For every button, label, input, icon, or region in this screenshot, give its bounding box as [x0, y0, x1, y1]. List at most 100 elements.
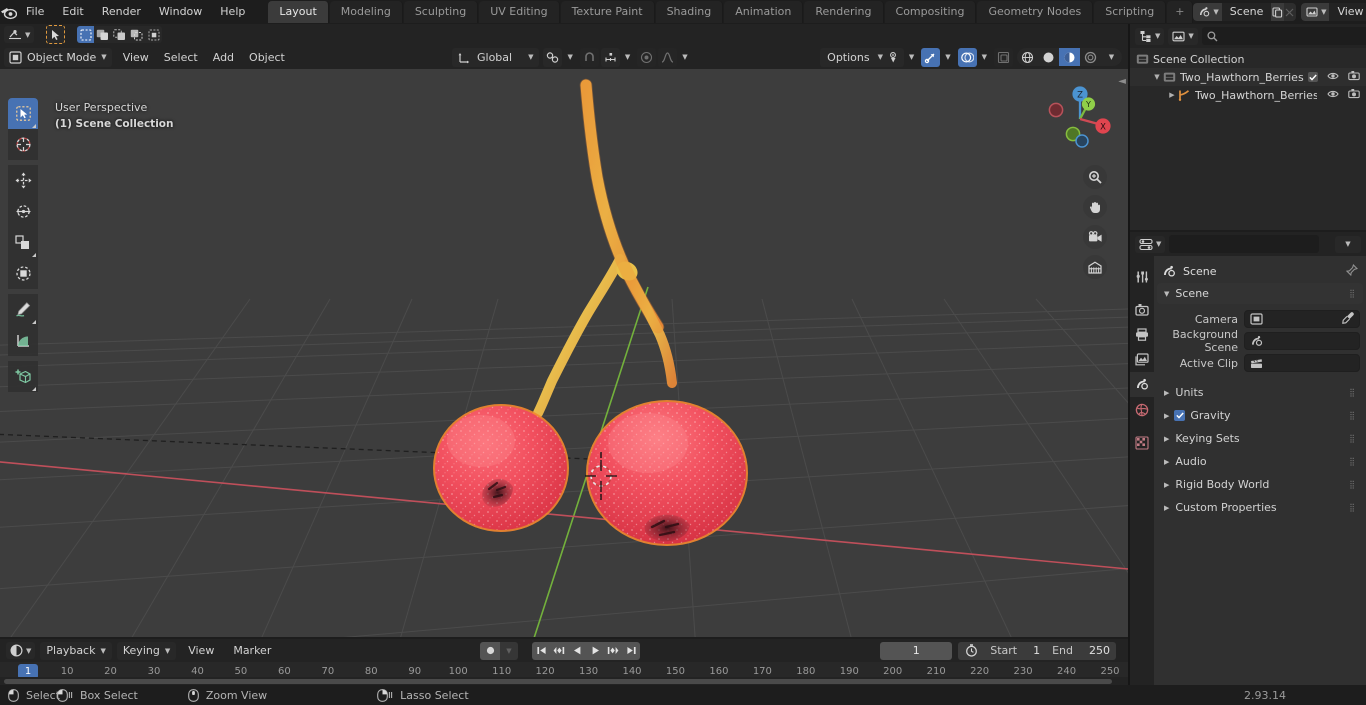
viewport-3d-canvas[interactable]: User Perspective (1) Scene Collection Z … [0, 69, 1128, 637]
timeline-editor-type-selector[interactable]: ▼ [6, 642, 36, 659]
keying-menu[interactable]: Keying ▼ [116, 641, 177, 660]
menu-file[interactable]: File [17, 2, 53, 22]
menu-edit[interactable]: Edit [53, 2, 92, 22]
viewport-menu-add[interactable]: Add [206, 49, 241, 66]
eyedropper-icon[interactable] [1342, 311, 1354, 327]
shading-dropdown-icon[interactable]: ▼ [1101, 48, 1122, 66]
view-layer-name[interactable]: View Layer [1329, 3, 1366, 21]
navigation-gizmo[interactable]: Z Y X [1040, 79, 1114, 153]
orthographic-icon[interactable] [1083, 255, 1107, 279]
select-set-icon[interactable] [77, 26, 95, 43]
disclosure-triangle-icon[interactable]: ▼ [1151, 73, 1163, 81]
viewport-menu-object[interactable]: Object [242, 49, 292, 66]
end-frame-field[interactable]: End 250 [1046, 641, 1116, 660]
section-checkbox[interactable] [1174, 410, 1186, 421]
auto-key-dropdown-icon[interactable]: ▼ [500, 641, 518, 660]
property-field-camera[interactable] [1244, 310, 1360, 328]
xray-toggle-icon[interactable] [994, 47, 1013, 67]
playback-menu[interactable]: Playback ▼ [40, 641, 112, 660]
workspace-tab-shading[interactable]: Shading [655, 1, 724, 23]
properties-options-button[interactable]: ▼ [1335, 235, 1361, 253]
select-intersect-icon[interactable] [145, 26, 163, 43]
show-overlays-icon[interactable] [957, 47, 977, 67]
play-reverse-button[interactable] [568, 641, 586, 660]
prev-keyframe-button[interactable] [550, 641, 568, 660]
properties-search[interactable] [1169, 235, 1324, 253]
start-frame-field[interactable]: Start 1 [984, 641, 1047, 660]
select-subtract-icon[interactable] [111, 26, 129, 43]
solid-shading-icon[interactable] [1038, 48, 1059, 66]
scene-icon[interactable]: ▼ [1193, 3, 1222, 21]
material-preview-shading-icon[interactable] [1059, 48, 1080, 66]
property-section-audio[interactable]: ▶ Audio ⣿ [1157, 451, 1363, 472]
next-keyframe-button[interactable] [604, 641, 622, 660]
property-section-custom-properties[interactable]: ▶ Custom Properties ⣿ [1157, 497, 1363, 518]
viewport-options-button[interactable]: Options ▼ [820, 47, 890, 67]
cursor-tool[interactable] [8, 129, 38, 160]
timeline-view-menu[interactable]: View [181, 642, 221, 659]
snap-to-increment-icon[interactable] [600, 47, 620, 67]
workspace-tab-geometry-nodes[interactable]: Geometry Nodes [977, 1, 1094, 23]
pan-icon[interactable] [1083, 195, 1107, 219]
scale-tool[interactable] [8, 227, 38, 258]
outliner-editor-type-selector[interactable]: ▼ [1135, 27, 1165, 45]
timeline-scrollbar[interactable] [0, 677, 1128, 685]
workspace-tab-scripting[interactable]: Scripting [1094, 1, 1167, 23]
viewport-menu-view[interactable]: View [116, 49, 156, 66]
transform-tool[interactable] [8, 258, 38, 289]
show-gizmo-icon[interactable] [921, 47, 941, 67]
falloff-curve-icon[interactable] [658, 47, 678, 67]
workspace-tab-animation[interactable]: Animation [724, 1, 804, 23]
properties-editor-type-selector[interactable]: ▼ [1135, 235, 1166, 253]
outliner-row[interactable]: ▶ Two_Hawthorn_Berries_C [1130, 86, 1366, 104]
timeline-marker-menu[interactable]: Marker [226, 642, 278, 659]
workspace-tab-compositing[interactable]: Compositing [884, 1, 977, 23]
tweak-select-tool[interactable] [8, 98, 38, 129]
workspace-tab-layout[interactable]: Layout [268, 1, 329, 23]
viewport-menu-select[interactable]: Select [157, 49, 205, 66]
jump-to-end-button[interactable] [622, 641, 640, 660]
pin-icon[interactable] [1345, 263, 1359, 279]
property-section-keying-sets[interactable]: ▶ Keying Sets ⣿ [1157, 428, 1363, 449]
pivot-point-icon[interactable] [543, 47, 563, 67]
tab-output[interactable] [1130, 322, 1154, 347]
outliner-row[interactable]: Scene Collection [1130, 50, 1366, 68]
add-cube-tool[interactable] [8, 361, 38, 392]
transform-orientation-selector[interactable]: Global ▼ [452, 47, 540, 67]
play-button[interactable] [586, 641, 604, 660]
select-invert-icon[interactable] [128, 26, 146, 43]
measure-tool[interactable] [8, 325, 38, 356]
tab-texture[interactable] [1130, 430, 1154, 455]
scene-selector[interactable]: ▼ Scene [1193, 3, 1297, 21]
active-tool-indicator[interactable] [46, 25, 66, 44]
disable-in-renders-icon[interactable] [1348, 70, 1360, 84]
snap-magnet-icon[interactable] [579, 47, 599, 67]
rendered-shading-icon[interactable] [1080, 48, 1101, 66]
disclosure-triangle-icon[interactable]: ▶ [1166, 91, 1178, 99]
annotate-tool[interactable] [8, 294, 38, 325]
view-layer-icon[interactable]: ▼ [1301, 3, 1330, 21]
outliner-search-input[interactable] [1221, 29, 1366, 43]
tab-render[interactable] [1130, 297, 1154, 322]
hide-in-viewport-icon[interactable] [1327, 89, 1339, 102]
property-section-rigid-body-world[interactable]: ▶ Rigid Body World ⣿ [1157, 474, 1363, 495]
hide-in-viewport-icon[interactable] [1327, 71, 1339, 84]
property-section-units[interactable]: ▶ Units ⣿ [1157, 382, 1363, 403]
tab-tool[interactable] [1130, 264, 1154, 289]
disable-in-renders-icon[interactable] [1348, 88, 1360, 102]
property-field-background-scene[interactable] [1244, 332, 1360, 350]
scene-name[interactable]: Scene [1221, 3, 1272, 21]
workspace-tab-texture-paint[interactable]: Texture Paint [560, 1, 655, 23]
exclude-checkbox[interactable] [1308, 72, 1318, 82]
properties-search-input[interactable] [1178, 237, 1324, 251]
menu-help[interactable]: Help [211, 2, 254, 22]
select-extend-icon[interactable] [94, 26, 112, 43]
move-tool[interactable] [8, 165, 38, 196]
wireframe-shading-icon[interactable] [1017, 48, 1038, 66]
tab-scene[interactable] [1130, 372, 1154, 397]
add-workspace-button[interactable]: + [1167, 1, 1194, 23]
menu-window[interactable]: Window [150, 2, 211, 22]
object-mode-selector[interactable]: Object Mode ▼ [4, 47, 112, 67]
rotate-tool[interactable] [8, 196, 38, 227]
proportional-edit-icon[interactable] [637, 47, 657, 67]
